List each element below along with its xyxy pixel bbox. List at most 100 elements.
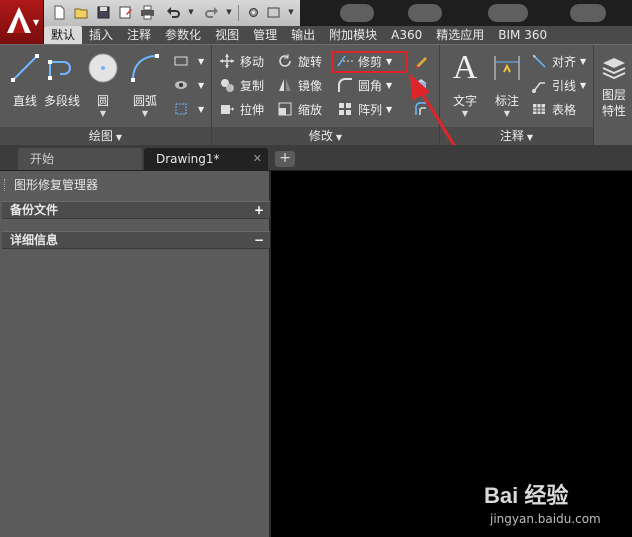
hatch-tool[interactable]: ▼ bbox=[172, 75, 204, 95]
layer-properties-tool[interactable]: 图层特性 bbox=[596, 51, 632, 119]
stretch-tool[interactable]: 拉伸 bbox=[218, 99, 264, 119]
panel-modify-title[interactable]: 修改 ▼ bbox=[212, 127, 439, 145]
panel-annotation: A 文字 ▼ 标注 ▼ 对齐 ▼ 引线 ▼ 表格 注释 ▼ bbox=[440, 45, 594, 145]
document-tab-bar: 开始 Drawing1* ✕ + bbox=[0, 145, 632, 171]
chevron-down-icon: ▼ bbox=[386, 104, 393, 114]
ribbon-tab-bar: 默认 插入 注释 参数化 视图 管理 输出 附加模块 A360 精选应用 BIM… bbox=[44, 26, 632, 44]
workspace-switch-icon[interactable] bbox=[264, 3, 282, 21]
chevron-down-icon: ▼ bbox=[526, 133, 534, 142]
move-icon bbox=[218, 52, 236, 70]
leader-tool[interactable]: 引线 ▼ bbox=[530, 75, 586, 95]
tab-a360[interactable]: A360 bbox=[384, 26, 429, 44]
circle-icon bbox=[86, 51, 120, 85]
polyline-icon bbox=[45, 51, 79, 85]
tab-parametric[interactable]: 参数化 bbox=[158, 26, 208, 44]
autocad-a-logo-icon bbox=[7, 7, 31, 33]
baidu-jingyan-watermark: Bai 经验 jingyan.baidu.com bbox=[484, 478, 630, 534]
circle-tool[interactable]: 圆 ▼ bbox=[86, 51, 120, 118]
table-icon bbox=[530, 100, 548, 118]
watermark-brand: Bai 经验 bbox=[484, 483, 569, 508]
chevron-down-icon: ▼ bbox=[99, 109, 107, 118]
open-icon[interactable] bbox=[72, 3, 90, 21]
line-tool[interactable]: 直线 bbox=[8, 51, 42, 109]
leader-icon bbox=[530, 76, 548, 94]
move-tool[interactable]: 移动 bbox=[218, 51, 264, 71]
watermark-url: jingyan.baidu.com bbox=[490, 512, 601, 526]
chevron-down-icon[interactable]: ▼ bbox=[182, 3, 200, 21]
tab-view[interactable]: 视图 bbox=[208, 26, 246, 44]
layers-icon bbox=[597, 51, 631, 85]
array-icon bbox=[336, 100, 354, 118]
dimension-tool[interactable]: 标注 ▼ bbox=[490, 51, 524, 118]
arc-tool[interactable]: 圆弧 ▼ bbox=[128, 51, 162, 118]
redo-icon[interactable] bbox=[202, 3, 220, 21]
new-icon[interactable] bbox=[50, 3, 68, 21]
chevron-down-icon[interactable]: ▼ bbox=[282, 3, 300, 21]
boundary-tool[interactable]: ▼ bbox=[172, 99, 204, 119]
line-icon bbox=[8, 51, 42, 85]
rotate-icon bbox=[276, 52, 294, 70]
explode-icon bbox=[412, 76, 430, 94]
chevron-down-icon: ▼ bbox=[503, 109, 511, 118]
tab-output[interactable]: 输出 bbox=[284, 26, 322, 44]
panel-layers: 图层特性 bbox=[594, 45, 632, 145]
saveas-icon[interactable] bbox=[116, 3, 134, 21]
plot-icon[interactable] bbox=[138, 3, 156, 21]
section-details[interactable]: 详细信息 − bbox=[2, 231, 270, 249]
new-tab-button[interactable]: + bbox=[275, 151, 295, 167]
chevron-down-icon: ▼ bbox=[580, 56, 587, 66]
explode-tool[interactable] bbox=[412, 75, 434, 95]
rectangle-icon bbox=[172, 52, 190, 70]
stretch-icon bbox=[218, 100, 236, 118]
text-a-icon: A bbox=[452, 49, 478, 86]
fillet-tool[interactable]: 圆角 ▼ bbox=[336, 75, 392, 95]
scale-tool[interactable]: 缩放 bbox=[276, 99, 322, 119]
table-tool[interactable]: 表格 bbox=[530, 99, 576, 119]
panel-draw-title[interactable]: 绘图 ▼ bbox=[0, 127, 211, 145]
panel-draw: 直线 多段线 圆 ▼ 圆弧 ▼ ▼ ▼ ▼ 绘图 ▼ bbox=[0, 45, 212, 145]
tab-manage[interactable]: 管理 bbox=[246, 26, 284, 44]
tab-featured-apps[interactable]: 精选应用 bbox=[429, 26, 491, 44]
save-icon[interactable] bbox=[94, 3, 112, 21]
tab-annotate[interactable]: 注释 bbox=[120, 26, 158, 44]
ribbon: 直线 多段线 圆 ▼ 圆弧 ▼ ▼ ▼ ▼ 绘图 ▼ 移动 旋转 修剪 ▼ 复制… bbox=[0, 44, 632, 145]
erase-tool[interactable] bbox=[412, 51, 434, 71]
chevron-down-icon[interactable]: ▼ bbox=[220, 3, 238, 21]
chevron-down-icon: ▼ bbox=[141, 109, 149, 118]
copy-icon bbox=[218, 76, 236, 94]
polyline-tool[interactable]: 多段线 bbox=[44, 51, 80, 109]
undo-icon[interactable] bbox=[164, 3, 182, 21]
workspace-icon[interactable] bbox=[244, 3, 262, 21]
chevron-down-icon: ▼ bbox=[335, 133, 343, 142]
tab-start[interactable]: 开始 bbox=[18, 148, 142, 170]
collapse-icon[interactable]: − bbox=[254, 232, 264, 249]
chevron-down-icon: ▼ bbox=[33, 18, 40, 27]
palette-title: 图形修复管理器 bbox=[14, 178, 99, 192]
scale-icon bbox=[276, 100, 294, 118]
quick-access-toolbar: ▼ ▼ ▼ bbox=[44, 0, 632, 26]
array-tool[interactable]: 阵列 ▼ bbox=[336, 99, 392, 119]
hatch-icon bbox=[172, 76, 190, 94]
rectangle-tool[interactable]: ▼ bbox=[172, 51, 204, 71]
section-backup-files[interactable]: 备份文件 + bbox=[2, 201, 270, 219]
drawing-recovery-palette: 图形修复管理器 备份文件 + 详细信息 − bbox=[0, 171, 271, 537]
close-icon[interactable]: ✕ bbox=[253, 148, 262, 170]
title-area bbox=[300, 0, 632, 26]
tab-insert[interactable]: 插入 bbox=[82, 26, 120, 44]
chevron-down-icon: ▼ bbox=[580, 80, 587, 90]
mirror-tool[interactable]: 镜像 bbox=[276, 75, 322, 95]
tab-drawing1[interactable]: Drawing1* ✕ bbox=[144, 148, 268, 170]
panel-annotation-title[interactable]: 注释 ▼ bbox=[440, 127, 593, 145]
offset-tool[interactable] bbox=[412, 99, 434, 119]
dimension-icon bbox=[490, 51, 524, 85]
tab-default[interactable]: 默认 bbox=[44, 26, 83, 44]
trim-highlight-box bbox=[331, 51, 408, 73]
expand-icon[interactable]: + bbox=[254, 202, 264, 219]
linear-dimension-tool[interactable]: 对齐 ▼ bbox=[530, 51, 586, 71]
copy-tool[interactable]: 复制 bbox=[218, 75, 264, 95]
tab-addins[interactable]: 附加模块 bbox=[322, 26, 384, 44]
text-tool[interactable]: A 文字 ▼ bbox=[448, 49, 482, 119]
tab-bim360[interactable]: BIM 360 bbox=[491, 26, 554, 44]
rotate-tool[interactable]: 旋转 bbox=[276, 51, 322, 71]
application-menu-button[interactable]: ▼ bbox=[0, 0, 44, 44]
